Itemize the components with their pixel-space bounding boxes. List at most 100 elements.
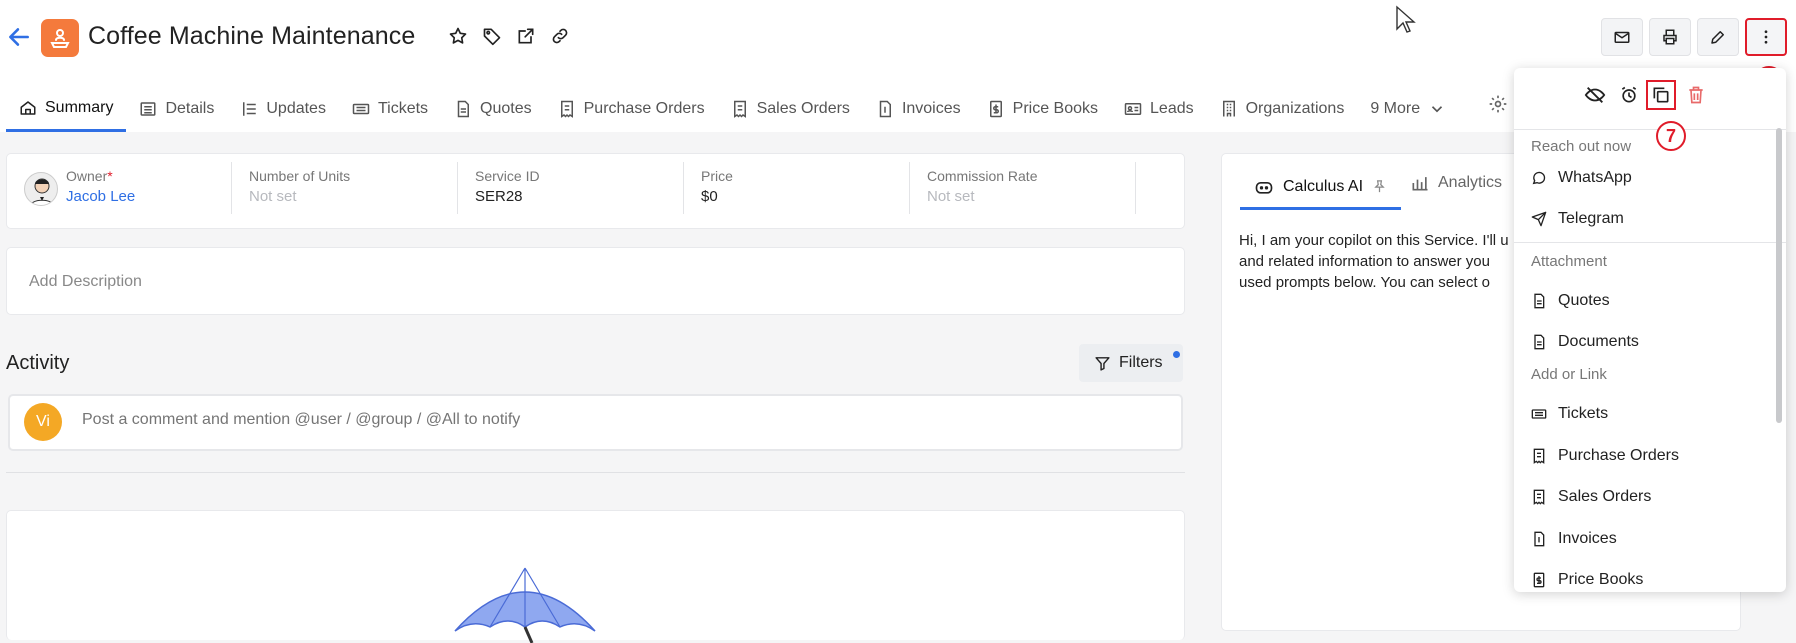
tab-label: Sales Orders bbox=[756, 100, 850, 117]
receipt-icon bbox=[1533, 448, 1545, 464]
filter-active-dot bbox=[1173, 351, 1180, 358]
alarm-clock-icon[interactable] bbox=[1617, 83, 1641, 107]
comment-input[interactable] bbox=[82, 411, 982, 429]
more-actions-button[interactable] bbox=[1745, 18, 1787, 56]
field-divider bbox=[683, 162, 684, 214]
user-avatar: Vi bbox=[24, 403, 62, 441]
field-divider bbox=[909, 162, 910, 214]
invoice-icon bbox=[1534, 531, 1545, 547]
field-service-id[interactable]: Service ID SER28 bbox=[475, 168, 540, 205]
filters-label: Filters bbox=[1119, 354, 1163, 371]
tab-calculus-ai[interactable]: Calculus AI bbox=[1240, 166, 1402, 210]
menu-item-label: Price Books bbox=[1558, 571, 1644, 588]
activity-title: Activity bbox=[6, 352, 70, 374]
filter-icon bbox=[1095, 356, 1110, 371]
tab-analytics[interactable]: Analytics bbox=[1410, 173, 1502, 193]
tab-label: Details bbox=[165, 100, 215, 117]
menu-scrollbar[interactable] bbox=[1776, 128, 1782, 423]
field-commission[interactable]: Commission Rate Not set bbox=[927, 168, 1037, 205]
section-attachment: Attachment bbox=[1531, 253, 1607, 270]
link-icon[interactable] bbox=[550, 26, 570, 46]
price-book-icon bbox=[1533, 572, 1545, 588]
tab-sales-orders[interactable]: Sales Orders bbox=[718, 86, 863, 132]
section-reach-out: Reach out now bbox=[1531, 138, 1632, 155]
menu-item-quotes[interactable]: Quotes bbox=[1531, 292, 1610, 310]
gear-icon[interactable] bbox=[1488, 94, 1508, 114]
hide-icon[interactable] bbox=[1583, 83, 1607, 107]
field-value: Not set bbox=[249, 188, 297, 205]
section-add-or-link: Add or Link bbox=[1531, 366, 1607, 383]
document-icon bbox=[457, 100, 470, 118]
tab-purchase-orders[interactable]: Purchase Orders bbox=[545, 86, 718, 132]
menu-item-whatsapp[interactable]: WhatsApp bbox=[1531, 169, 1632, 187]
edit-button[interactable] bbox=[1697, 18, 1739, 56]
menu-icon-row bbox=[1514, 68, 1786, 130]
menu-item-label: Documents bbox=[1558, 333, 1639, 350]
field-owner: Owner* Jacob Lee bbox=[66, 168, 135, 205]
duplicate-icon[interactable] bbox=[1646, 80, 1676, 110]
menu-item-purchase-orders[interactable]: Purchase Orders bbox=[1531, 447, 1679, 465]
tab-label: Analytics bbox=[1438, 174, 1503, 191]
tab-organizations[interactable]: Organizations bbox=[1207, 86, 1358, 132]
tab-summary[interactable]: Summary bbox=[6, 86, 127, 132]
title-actions bbox=[448, 26, 570, 46]
tab-invoices[interactable]: Invoices bbox=[863, 86, 974, 132]
document-icon bbox=[1534, 334, 1545, 350]
tab-more[interactable]: 9 More bbox=[1357, 86, 1459, 132]
description-card[interactable]: Add Description bbox=[6, 247, 1185, 315]
field-value: Not set bbox=[927, 188, 975, 205]
star-icon[interactable] bbox=[448, 26, 468, 46]
home-icon bbox=[20, 100, 36, 115]
email-button[interactable] bbox=[1601, 18, 1643, 56]
empty-state-card bbox=[6, 510, 1185, 643]
menu-item-price-books[interactable]: Price Books bbox=[1531, 571, 1643, 589]
ai-intro-text: Hi, I am your copilot on this Service. I… bbox=[1239, 230, 1519, 295]
tab-tickets[interactable]: Tickets bbox=[339, 86, 441, 132]
menu-item-invoices[interactable]: Invoices bbox=[1531, 530, 1617, 548]
contact-card-icon bbox=[1124, 103, 1142, 115]
mouse-cursor-icon bbox=[1396, 5, 1416, 33]
tab-quotes[interactable]: Quotes bbox=[441, 86, 545, 132]
back-arrow-icon[interactable] bbox=[6, 24, 32, 50]
tab-leads[interactable]: Leads bbox=[1111, 86, 1207, 132]
menu-item-sales-orders[interactable]: Sales Orders bbox=[1531, 488, 1651, 506]
owner-avatar bbox=[24, 172, 58, 206]
annotation-badge-7: 7 bbox=[1656, 121, 1686, 151]
ticket-icon bbox=[1531, 409, 1547, 419]
field-divider bbox=[457, 162, 458, 214]
kebab-menu-icon bbox=[1764, 30, 1768, 44]
external-link-icon[interactable] bbox=[516, 26, 536, 46]
field-units[interactable]: Number of Units Not set bbox=[249, 168, 350, 205]
menu-item-label: Sales Orders bbox=[1558, 488, 1652, 505]
pin-icon[interactable] bbox=[1372, 179, 1387, 194]
price-book-icon bbox=[989, 100, 1002, 118]
print-button[interactable] bbox=[1649, 18, 1691, 56]
building-icon bbox=[1222, 100, 1235, 117]
tab-price-books[interactable]: Price Books bbox=[974, 86, 1111, 132]
field-label: Service ID bbox=[475, 168, 540, 184]
more-actions-menu: Reach out now WhatsApp Telegram Attachme… bbox=[1514, 68, 1786, 592]
owner-link[interactable]: Jacob Lee bbox=[66, 188, 135, 205]
ticket-icon bbox=[352, 103, 370, 115]
tab-label: Purchase Orders bbox=[583, 100, 705, 117]
tab-label: Invoices bbox=[901, 100, 961, 117]
menu-divider bbox=[1514, 242, 1786, 243]
receipt-icon bbox=[733, 100, 746, 118]
menu-item-label: Purchase Orders bbox=[1558, 447, 1679, 464]
field-price[interactable]: Price $0 bbox=[701, 168, 733, 205]
activity-divider bbox=[6, 472, 1185, 473]
chevron-down-icon bbox=[1432, 106, 1443, 113]
menu-item-tickets[interactable]: Tickets bbox=[1531, 405, 1608, 423]
tab-label: Quotes bbox=[480, 100, 532, 117]
tag-icon[interactable] bbox=[482, 26, 502, 46]
filters-button[interactable]: Filters bbox=[1079, 344, 1183, 382]
tab-label: Summary bbox=[45, 98, 114, 116]
menu-item-documents[interactable]: Documents bbox=[1531, 333, 1639, 351]
menu-item-label: Tickets bbox=[1558, 405, 1609, 422]
field-divider bbox=[231, 162, 232, 214]
tab-updates[interactable]: Updates bbox=[227, 86, 339, 132]
menu-item-telegram[interactable]: Telegram bbox=[1531, 210, 1624, 228]
tab-details[interactable]: Details bbox=[126, 86, 227, 132]
tab-label: Tickets bbox=[377, 100, 429, 117]
trash-icon[interactable] bbox=[1684, 83, 1708, 107]
